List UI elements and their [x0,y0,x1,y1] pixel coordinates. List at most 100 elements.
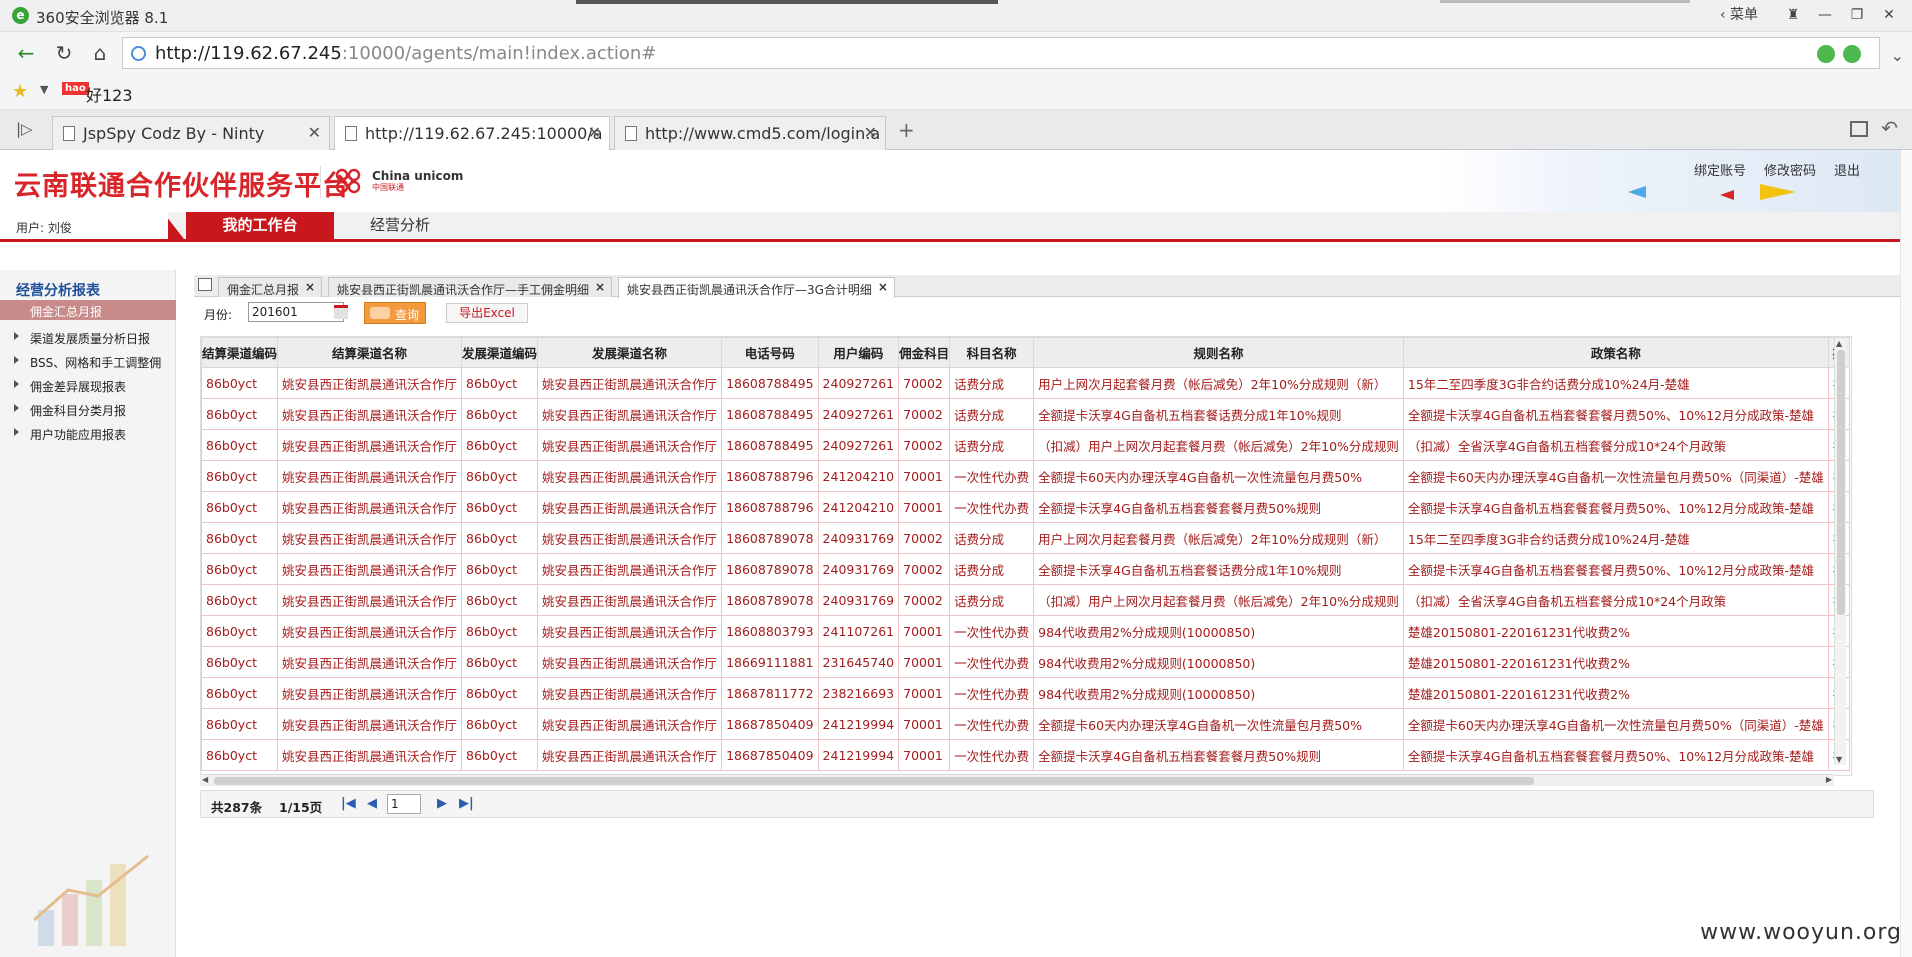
tab-my-workbench[interactable]: 我的工作台 [186,212,334,239]
minimize-icon[interactable]: — [1812,4,1838,26]
skin-icon[interactable]: ♜ [1780,4,1806,26]
table-row[interactable]: 86b0yct 姚安县西正街凯晨通讯沃合作厅 86b0yct 姚安县西正街凯晨通讯沃合… [201,646,1851,678]
table-cell: 姚安县西正街凯晨通讯沃合作厅 [277,398,463,430]
url-input[interactable]: http://119.62.67.245:10000/agents/main!i… [122,37,1880,69]
sidebar-item-channel-quality-daily[interactable]: 渠道发展质量分析日报 [0,327,176,347]
maximize-icon[interactable]: ❐ [1844,4,1870,26]
column-header[interactable]: 电话号码 [721,337,819,368]
undo-close-icon[interactable]: ↶ [1881,116,1898,140]
content-tab-commission-summary[interactable]: 佣金汇总月报 × [218,277,323,297]
page-scrollbar[interactable] [1900,150,1912,957]
close-tab-icon[interactable]: × [305,280,315,294]
grid-vertical-scrollbar[interactable]: ▲ ▼ [1834,338,1846,765]
logout-link[interactable]: 退出 [1834,160,1860,179]
compat-mode-icon[interactable] [1843,45,1861,63]
table-cell: 姚安县西正街凯晨通讯沃合作厅 [537,553,723,585]
scroll-down-icon[interactable]: ▼ [1836,755,1842,764]
calendar-icon[interactable] [334,305,348,319]
refresh-icon[interactable]: ↻ [52,42,76,66]
scroll-thumb[interactable] [214,777,1534,785]
close-window-icon[interactable]: ✕ [1876,4,1902,26]
table-row[interactable]: 86b0yct 姚安县西正街凯晨通讯沃合作厅 86b0yct 姚安县西正街凯晨通讯沃合… [201,429,1851,461]
column-header[interactable]: 规则名称 [1033,337,1404,368]
browser-menu-button[interactable]: ‹ 菜单 [1704,4,1774,26]
close-tab-icon[interactable]: × [878,280,888,294]
table-row[interactable]: 86b0yct 姚安县西正街凯晨通讯沃合作厅 86b0yct 姚安县西正街凯晨通讯沃合… [201,522,1851,554]
table-row[interactable]: 86b0yct 姚安县西正街凯晨通讯沃合作厅 86b0yct 姚安县西正街凯晨通讯沃合… [201,584,1851,616]
column-header[interactable]: 佣金科目 [898,337,951,368]
browser-tab-current[interactable]: http://119.62.67.245:10000/a ✕ [334,116,610,151]
table-row[interactable]: 86b0yct 姚安县西正街凯晨通讯沃合作厅 86b0yct 姚安县西正街凯晨通讯沃合… [201,553,1851,585]
sidebar-item-commission-monthly[interactable]: 佣金汇总月报 [0,300,176,320]
sidebar-toggle-icon[interactable]: |▷ [16,120,33,138]
favorites-dropdown-icon[interactable]: ▼ [40,83,48,96]
table-row[interactable]: 86b0yct 姚安县西正街凯晨通讯沃合作厅 86b0yct 姚安县西正街凯晨通讯沃合… [201,460,1851,492]
column-header[interactable]: 用户编码 [817,337,900,368]
tab-business-analysis[interactable]: 经营分析 [340,212,460,239]
close-tab-icon[interactable]: ✕ [308,123,321,142]
close-tab-icon[interactable]: ✕ [588,123,601,142]
browser-tab-jspspy[interactable]: JspSpy Codz By - Ninty ✕ [52,116,330,150]
table-cell: 231645740 [817,646,900,678]
scroll-thumb[interactable] [1837,350,1845,615]
browser-title: 360安全浏览器 8.1 [36,9,169,27]
back-arrow-icon[interactable]: ← [14,42,38,66]
speed-mode-icon[interactable] [1817,45,1835,63]
content-tab-manual-commission[interactable]: 姚安县西正街凯晨通讯沃合作厅—手工佣金明细 × [328,277,613,297]
table-row[interactable]: 86b0yct 姚安县西正街凯晨通讯沃合作厅 86b0yct 姚安县西正街凯晨通讯沃合… [201,491,1851,523]
table-cell: 15年二至四季度3G非合约话费分成10%24月-楚雄 [1402,522,1829,554]
first-page-icon[interactable]: |◀ [341,796,356,811]
table-row[interactable]: 86b0yct 姚安县西正街凯晨通讯沃合作厅 86b0yct 姚安县西正街凯晨通讯沃合… [201,615,1851,647]
table-row[interactable]: 86b0yct 姚安县西正街凯晨通讯沃合作厅 86b0yct 姚安县西正街凯晨通讯沃合… [201,367,1851,399]
address-dropdown-icon[interactable]: ⌄ [1891,46,1904,65]
table-row[interactable]: 86b0yct 姚安县西正街凯晨通讯沃合作厅 86b0yct 姚安县西正街凯晨通讯沃合… [201,677,1851,709]
content-tab-3g-detail[interactable]: 姚安县西正街凯晨通讯沃合作厅—3G合计明细 × [618,277,895,298]
browser-tab-cmd5[interactable]: http://www.cmd5.com/login.a ✕ [614,116,886,150]
scroll-right-icon[interactable]: ▶ [1826,775,1832,784]
next-page-icon[interactable]: ▶ [437,796,447,811]
close-tab-icon[interactable]: ✕ [864,123,877,142]
table-cell: 86b0yct [461,615,539,647]
bar-chart-decoration-icon [33,854,149,946]
last-page-icon[interactable]: ▶| [459,796,474,811]
grid-horizontal-scrollbar[interactable]: ◀ ▶ [200,774,1834,786]
column-header[interactable]: 政策名称 [1402,337,1829,368]
scroll-left-icon[interactable]: ◀ [202,775,208,784]
column-header[interactable]: 结算渠道编码 [201,337,279,368]
sidebar-item-commission-category[interactable]: 佣金科目分类月报 [0,399,176,419]
month-input[interactable]: 201601 [248,302,344,322]
export-excel-button[interactable]: 导出Excel [446,303,528,323]
column-header[interactable]: 科目名称 [949,337,1035,368]
table-cell: 984代收费用2%分成规则(10000850) [1033,677,1404,709]
table-row[interactable]: 86b0yct 姚安县西正街凯晨通讯沃合作厅 86b0yct 姚安县西正街凯晨通讯沃合… [201,708,1851,740]
change-password-link[interactable]: 修改密码 [1764,160,1816,179]
home-icon[interactable]: ⌂ [88,42,112,66]
favorites-star-icon[interactable]: ★ [12,81,28,102]
page-number-input[interactable]: 1 [387,794,421,814]
sidebar-item-user-function[interactable]: 用户功能应用报表 [0,423,176,443]
panel-toggle-icon[interactable] [198,278,212,291]
sidebar-item-bss-grid-adjust[interactable]: BSS、网格和手工调整佣 [0,351,176,371]
table-cell: 240931769 [817,522,900,554]
table-cell: 楚雄20150801-220161231代收费2% [1402,615,1829,647]
query-button[interactable]: 查询 [364,302,426,324]
column-header[interactable]: 发展渠道编码 [461,337,539,368]
table-cell: （扣减）用户上网次月起套餐月费（帐后减免）2年10%分成规则 [1033,429,1404,461]
bind-account-link[interactable]: 绑定账号 [1694,160,1746,179]
close-tab-icon[interactable]: × [595,280,605,294]
paper-plane-icon [1720,190,1734,200]
tab-list-icon[interactable] [1850,121,1868,137]
table-row[interactable]: 86b0yct 姚安县西正街凯晨通讯沃合作厅 86b0yct 姚安县西正街凯晨通讯沃合… [201,739,1851,771]
scroll-up-icon[interactable]: ▲ [1836,339,1842,348]
new-tab-icon[interactable]: + [898,118,915,142]
prev-page-icon[interactable]: ◀ [367,796,377,811]
table-cell: 楚雄20150801-220161231代收费2% [1402,646,1829,678]
browser-tab-strip: |▷ JspSpy Codz By - Ninty ✕ http://119.6… [0,110,1912,151]
favorite-link-hao123[interactable]: 好123 [86,82,133,106]
sidebar-item-commission-diff[interactable]: 佣金差异展现报表 [0,375,176,395]
table-cell: 姚安县西正街凯晨通讯沃合作厅 [277,460,463,492]
paper-plane-icon [1760,184,1796,200]
column-header[interactable]: 发展渠道名称 [537,337,723,368]
column-header[interactable]: 结算渠道名称 [277,337,463,368]
table-row[interactable]: 86b0yct 姚安县西正街凯晨通讯沃合作厅 86b0yct 姚安县西正街凯晨通讯沃合… [201,398,1851,430]
